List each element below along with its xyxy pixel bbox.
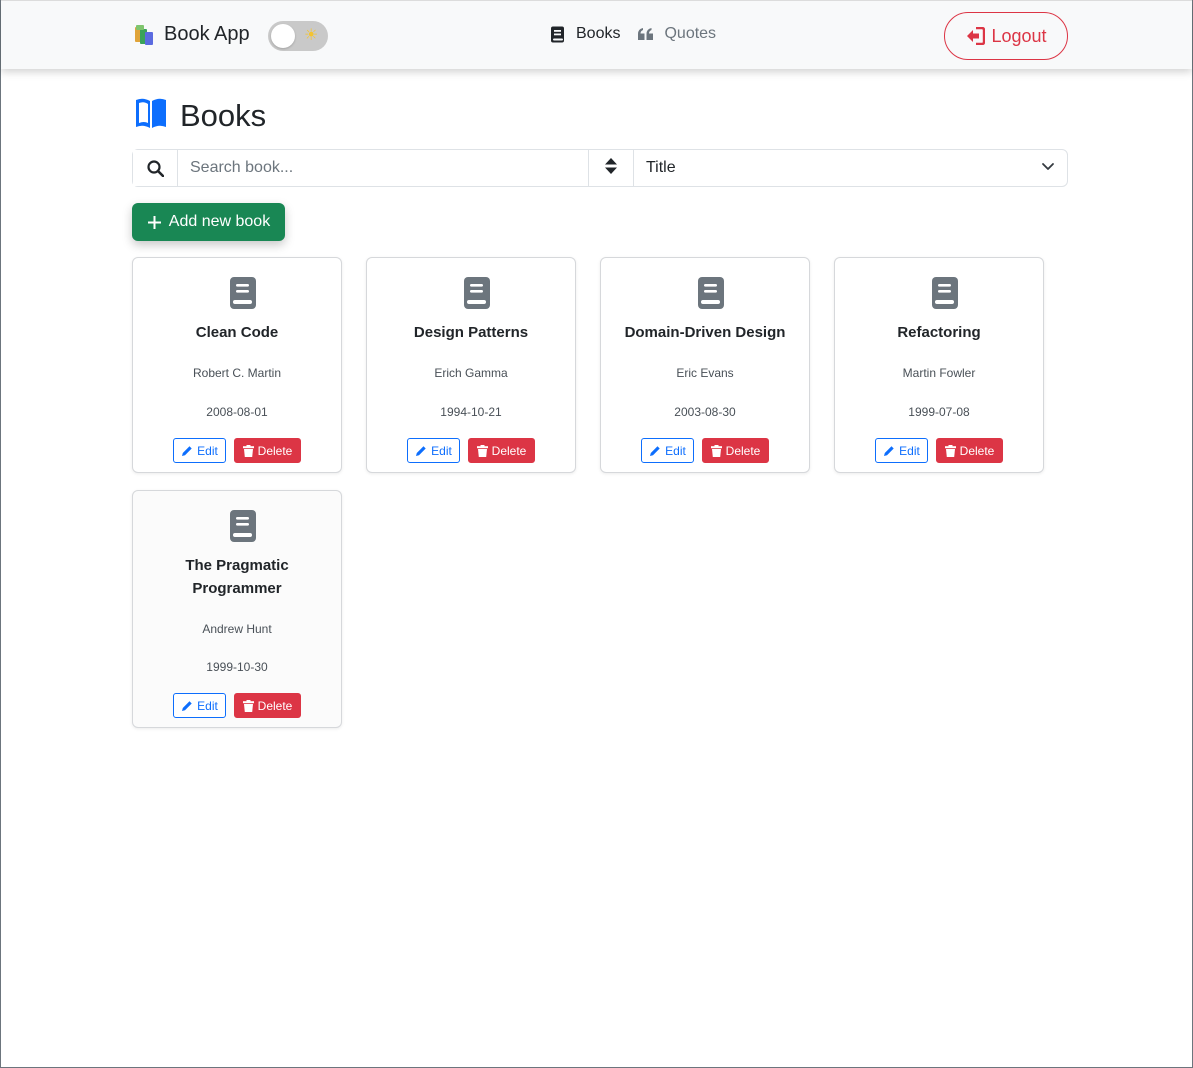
book-author: Erich Gamma <box>434 366 508 380</box>
trash-icon <box>242 444 254 457</box>
book-card: The Pragmatic Programmer Andrew Hunt 199… <box>132 490 342 728</box>
add-book-label: Add new book <box>168 213 271 230</box>
delete-label: Delete <box>257 443 293 458</box>
search-bar: Title <box>132 149 1068 187</box>
book-author: Martin Fowler <box>902 366 976 380</box>
edit-button[interactable]: Edit <box>875 438 928 463</box>
book-card: Domain-Driven Design Eric Evans 2003-08-… <box>600 257 810 473</box>
quote-icon <box>638 27 654 41</box>
edit-button[interactable]: Edit <box>173 438 226 463</box>
edit-label: Edit <box>665 443 686 458</box>
book-date: 2003-08-30 <box>674 405 736 419</box>
pencil-icon <box>649 445 661 457</box>
trash-icon <box>710 444 722 457</box>
book-card: Refactoring Martin Fowler 1999-07-08 Edi… <box>834 257 1044 473</box>
delete-label: Delete <box>257 698 293 713</box>
pencil-icon <box>181 700 193 712</box>
toggle-knob <box>271 24 295 48</box>
book-date: 1999-07-08 <box>908 405 970 419</box>
book-icon <box>228 510 258 547</box>
book-title: Domain-Driven Design <box>624 324 786 341</box>
sort-toggle[interactable] <box>589 150 634 186</box>
edit-label: Edit <box>431 443 452 458</box>
pencil-icon <box>415 445 427 457</box>
book-title: Clean Code <box>195 324 279 341</box>
logout-label: Logout <box>991 25 1047 46</box>
book-date: 1994-10-21 <box>440 405 502 419</box>
book-icon <box>696 277 726 314</box>
delete-button[interactable]: Delete <box>468 438 535 463</box>
book-author: Eric Evans <box>676 366 734 380</box>
trash-icon <box>242 699 254 712</box>
nav-links: Books Quotes <box>550 25 734 43</box>
brand-title: Book App <box>164 23 250 45</box>
delete-button[interactable]: Delete <box>936 438 1003 463</box>
nav-link-quotes[interactable]: Quotes <box>638 25 716 43</box>
open-book-icon <box>134 97 168 134</box>
edit-button[interactable]: Edit <box>173 693 226 718</box>
search-icon <box>133 150 178 186</box>
delete-button[interactable]: Delete <box>234 693 301 718</box>
search-input[interactable] <box>178 150 589 186</box>
edit-label: Edit <box>197 698 218 713</box>
trash-icon <box>476 444 488 457</box>
book-title: Refactoring <box>897 324 981 341</box>
delete-button[interactable]: Delete <box>234 438 301 463</box>
nav-link-quotes-label: Quotes <box>664 25 717 42</box>
logout-icon <box>965 27 986 45</box>
brand[interactable]: Book App <box>134 23 250 46</box>
delete-button[interactable]: Delete <box>702 438 769 463</box>
delete-label: Delete <box>959 443 995 458</box>
logout-button[interactable]: Logout <box>944 12 1068 60</box>
book-date: 1999-10-30 <box>206 660 268 674</box>
book-icon <box>550 26 566 43</box>
book-author: Robert C. Martin <box>192 366 282 380</box>
edit-label: Edit <box>197 443 218 458</box>
book-title: Design Patterns <box>413 324 529 341</box>
book-icon <box>228 277 258 314</box>
add-book-button[interactable]: Add new book <box>132 203 285 241</box>
page-title: Books <box>180 97 267 133</box>
delete-label: Delete <box>725 443 761 458</box>
navbar: Book App ☀ Books Quotes Logout <box>1 0 1192 69</box>
sort-select[interactable]: Title <box>634 150 1067 186</box>
plus-icon <box>147 215 162 230</box>
book-icon <box>462 277 492 314</box>
pencil-icon <box>883 445 895 457</box>
delete-label: Delete <box>491 443 527 458</box>
books-logo-icon <box>134 24 156 46</box>
book-icon <box>930 277 960 314</box>
sort-select-value: Title <box>646 159 676 176</box>
theme-toggle[interactable]: ☀ <box>268 21 328 51</box>
sun-icon: ☀ <box>304 27 319 44</box>
book-card: Clean Code Robert C. Martin 2008-08-01 E… <box>132 257 342 473</box>
edit-button[interactable]: Edit <box>641 438 694 463</box>
book-date: 2008-08-01 <box>206 405 268 419</box>
book-author: Andrew Hunt <box>202 622 272 636</box>
edit-label: Edit <box>899 443 920 458</box>
trash-icon <box>944 444 956 457</box>
edit-button[interactable]: Edit <box>407 438 460 463</box>
page-header: Books <box>134 97 266 134</box>
book-title: The Pragmatic Programmer <box>185 557 289 597</box>
nav-link-books[interactable]: Books <box>550 25 620 43</box>
sort-icon <box>604 157 618 180</box>
book-card: Design Patterns Erich Gamma 1994-10-21 E… <box>366 257 576 473</box>
nav-link-books-label: Books <box>576 25 621 42</box>
chevron-down-icon <box>1041 159 1055 177</box>
pencil-icon <box>181 445 193 457</box>
